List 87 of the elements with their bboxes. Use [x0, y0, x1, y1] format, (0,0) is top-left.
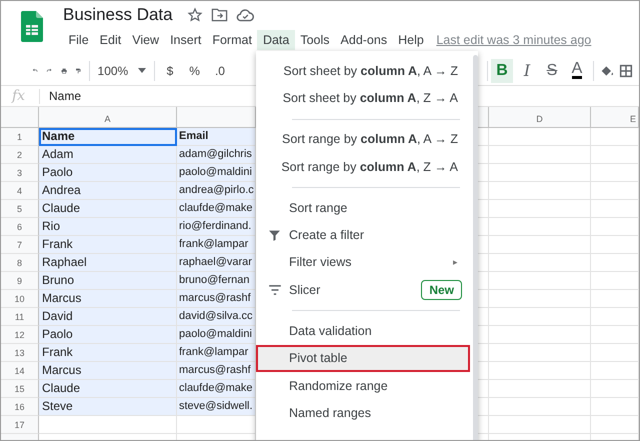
- menu-option[interactable]: Slicer New: [256, 276, 470, 304]
- menu-item[interactable]: Help: [392, 30, 430, 50]
- table-cell: frank@lampar: [177, 344, 256, 362]
- menu-option[interactable]: Sort range by column A, A → Z: [256, 126, 470, 153]
- table-cell: bruno@fernan: [177, 272, 256, 290]
- table-cell: rio@ferdinand.: [177, 218, 256, 236]
- row-number[interactable]: 17: [1, 416, 39, 434]
- table-cell: David: [39, 308, 177, 326]
- menu-option[interactable]: Pivot table: [256, 344, 470, 372]
- row-number[interactable]: 5: [1, 200, 39, 218]
- table-cell: claufde@make: [177, 200, 256, 218]
- row-number[interactable]: 14: [1, 362, 39, 380]
- row-number[interactable]: 8: [1, 254, 39, 272]
- table-cell: Marcus: [39, 290, 177, 308]
- menu-option[interactable]: Sort sheet by column A, A → Z: [256, 57, 470, 84]
- table-cell: Marcus: [39, 362, 177, 380]
- menu-option[interactable]: Sort sheet by column A, Z → A: [256, 84, 470, 112]
- table-cell: paolo@maldini: [177, 326, 256, 344]
- color-button[interactable]: A: [566, 58, 588, 82]
- table-cell: Claude: [39, 380, 177, 398]
- menu-item[interactable]: Tools: [294, 30, 336, 50]
- row-number[interactable]: 10: [1, 290, 39, 308]
- row-number[interactable]: 16: [1, 398, 39, 416]
- row-number[interactable]: 9: [1, 272, 39, 290]
- table-cell: Frank: [39, 344, 177, 362]
- last-edit-link[interactable]: Last edit was 3 minutes ago: [436, 33, 592, 47]
- submenu-arrow: ▸: [453, 257, 458, 268]
- menu-option[interactable]: Data validation: [256, 317, 470, 345]
- table-cell: paolo@maldini: [177, 164, 256, 182]
- percent-button[interactable]: %: [189, 64, 200, 78]
- row-number[interactable]: 2: [1, 146, 39, 164]
- table-cell: Andrea: [39, 182, 177, 200]
- menu-item[interactable]: Format: [206, 30, 258, 50]
- menu-option[interactable]: Create a filter: [256, 221, 470, 249]
- table-cell: Email: [177, 128, 256, 146]
- table-cell: frank@lampar: [177, 236, 256, 254]
- row-number[interactable]: 13: [1, 344, 39, 362]
- menu-item[interactable]: Edit: [94, 30, 127, 50]
- table-cell: claufde@make: [177, 380, 256, 398]
- menu-option[interactable]: Sort range: [256, 194, 470, 222]
- menu-option[interactable]: Randomize range: [256, 372, 470, 400]
- row-number[interactable]: 1: [1, 128, 39, 146]
- new-badge: New: [421, 280, 462, 300]
- row-number[interactable]: 7: [1, 236, 39, 254]
- column-header[interactable]: E: [591, 107, 639, 128]
- table-cell: steve@sidwell.: [177, 398, 256, 416]
- menu-option[interactable]: Named ranges: [256, 399, 470, 427]
- row-number[interactable]: 4: [1, 182, 39, 200]
- menu-item[interactable]: Insert: [164, 30, 207, 50]
- menu-option[interactable]: Sort range by column A, Z → A: [256, 152, 470, 180]
- row-number[interactable]: 11: [1, 308, 39, 326]
- table-cell: Claude: [39, 200, 177, 218]
- italic-button[interactable]: I: [516, 58, 538, 82]
- column-header[interactable]: A: [39, 107, 177, 128]
- table-cell: Bruno: [39, 272, 177, 290]
- column-header[interactable]: D: [489, 107, 591, 128]
- strike-button[interactable]: S: [541, 58, 563, 82]
- table-cell: Raphael: [39, 254, 177, 272]
- table-cell: Paolo: [39, 326, 177, 344]
- row-number[interactable]: 15: [1, 380, 39, 398]
- table-cell: raphael@varar: [177, 254, 256, 272]
- table-cell: Name: [39, 128, 177, 146]
- table-cell: david@silva.cc: [177, 308, 256, 326]
- bold-button[interactable]: B: [491, 58, 513, 82]
- table-cell: adam@gilchris: [177, 146, 256, 164]
- row-number[interactable]: 6: [1, 218, 39, 236]
- table-cell: marcus@rashf: [177, 290, 256, 308]
- table-cell: marcus@rashf: [177, 362, 256, 380]
- menu-option[interactable]: Filter views ▸: [256, 248, 470, 276]
- function-label: fx: [1, 88, 40, 104]
- document-title[interactable]: Business Data: [63, 5, 173, 25]
- decimal-button[interactable]: .0: [214, 64, 225, 78]
- zoom-dropdown[interactable]: 100%: [98, 64, 146, 78]
- table-cell: andrea@pirlo.c: [177, 182, 256, 200]
- menu-item[interactable]: View: [126, 30, 165, 50]
- table-cell: Adam: [39, 146, 177, 164]
- menu-item[interactable]: File: [63, 30, 94, 50]
- row-number[interactable]: 12: [1, 326, 39, 344]
- table-cell: Steve: [39, 398, 177, 416]
- row-number[interactable]: 3: [1, 164, 39, 182]
- table-cell: Paolo: [39, 164, 177, 182]
- menu-item[interactable]: Data: [257, 30, 295, 50]
- table-cell: Rio: [39, 218, 177, 236]
- menu-item[interactable]: Add-ons: [335, 30, 393, 50]
- table-cell: Frank: [39, 236, 177, 254]
- formula-input[interactable]: Name: [40, 89, 82, 103]
- currency-button[interactable]: $: [166, 64, 174, 78]
